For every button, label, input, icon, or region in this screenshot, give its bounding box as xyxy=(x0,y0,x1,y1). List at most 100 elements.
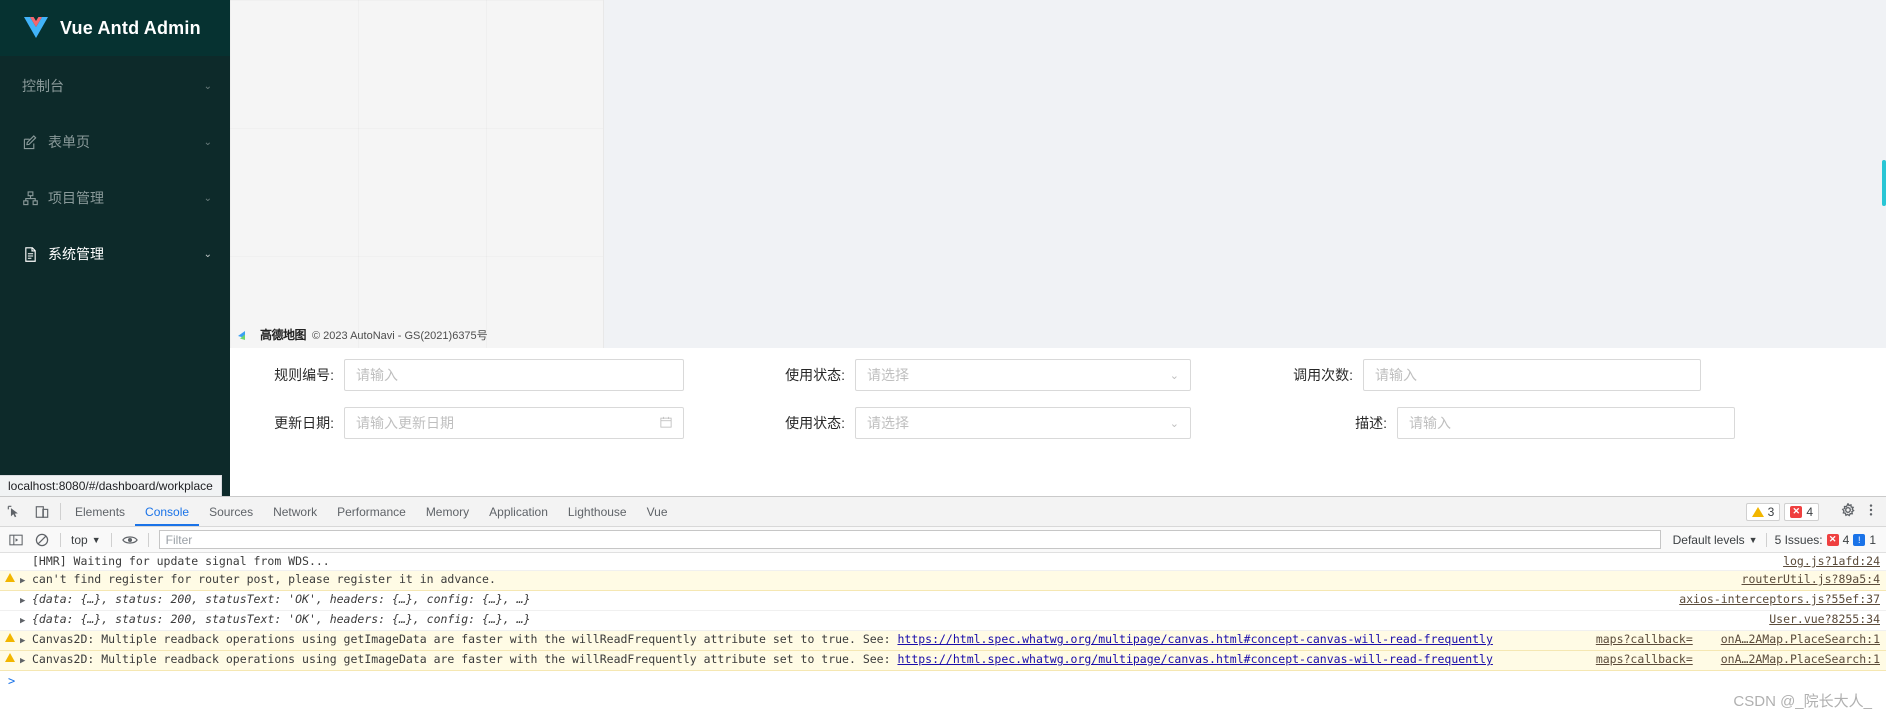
map-tiles xyxy=(230,0,603,348)
error-count-badge[interactable]: ✕ 4 xyxy=(1784,502,1819,521)
tab-label: Performance xyxy=(337,504,406,519)
console-row[interactable]: ▶ Canvas2D: Multiple readback operations… xyxy=(0,631,1886,651)
application-area: Vue Antd Admin 控制台 ⌄ 表单页 ⌄ 项目管理 ⌄ 系统管理 ⌄… xyxy=(0,0,1886,496)
row-gutter xyxy=(0,632,20,642)
row-gutter xyxy=(0,554,20,555)
sidebar-menu: 控制台 ⌄ 表单页 ⌄ 项目管理 ⌄ 系统管理 ⌄ xyxy=(0,56,230,272)
console-source-link[interactable]: routerUtil.js?89a5:4 xyxy=(1742,572,1886,587)
console-row[interactable]: ▶ can't find register for router post, p… xyxy=(0,571,1886,591)
issues-summary[interactable]: 5 Issues: ✕ 4 ! 1 xyxy=(1765,532,1882,547)
sidebar-item-project-management[interactable]: 项目管理 ⌄ xyxy=(0,180,230,216)
console-filter-bar: top ▼ Filter Default levels ▼ 5 Issues: … xyxy=(0,527,1886,553)
canvas-warning-text: Canvas2D: Multiple readback operations u… xyxy=(32,632,891,646)
console-filter-input[interactable]: Filter xyxy=(158,530,1661,549)
gear-icon[interactable] xyxy=(1836,502,1860,520)
sidebar-item-form-page[interactable]: 表单页 ⌄ xyxy=(0,124,230,160)
divider xyxy=(60,532,61,547)
console-source-link[interactable]: User.vue?8255:34 xyxy=(1769,612,1886,627)
field-call-count: 调用次数: 请输入 xyxy=(1273,359,1701,391)
console-sidebar-icon[interactable] xyxy=(4,529,28,551)
tab-lighthouse[interactable]: Lighthouse xyxy=(558,497,637,526)
console-source-link[interactable]: axios-interceptors.js?55ef:37 xyxy=(1679,592,1886,607)
tab-vue[interactable]: Vue xyxy=(637,497,678,526)
expand-arrow[interactable]: ▶ xyxy=(20,612,32,629)
tab-network[interactable]: Network xyxy=(263,497,327,526)
console-row[interactable]: [HMR] Waiting for update signal from WDS… xyxy=(0,553,1886,571)
warning-triangle-icon xyxy=(1751,506,1764,517)
console-row[interactable]: ▶ {data: {…}, status: 200, statusText: '… xyxy=(0,591,1886,611)
input-placeholder: 请输入 xyxy=(356,367,398,383)
source-part-b: onA…2AMap.PlaceSearch:1 xyxy=(1720,652,1880,666)
sidebar-item-label: 控制台 xyxy=(22,78,64,94)
log-levels-dropdown[interactable]: Default levels ▼ xyxy=(1667,533,1764,547)
expand-arrow[interactable]: ▶ xyxy=(20,592,32,609)
calendar-icon xyxy=(660,416,672,431)
chevron-down-icon: ⌄ xyxy=(203,80,212,92)
device-toolbar-icon[interactable] xyxy=(28,497,56,526)
tab-performance[interactable]: Performance xyxy=(327,497,416,526)
inspect-element-icon[interactable] xyxy=(0,497,28,526)
expand-arrow[interactable]: ▶ xyxy=(20,572,32,589)
form-row-1: 规则编号: 请输入 使用状态: 请选择 ⌄ 调用次数: 请输入 xyxy=(230,348,1886,396)
console-source-link[interactable]: maps?callback= onA…2AMap.PlaceSearch:1 xyxy=(1596,632,1886,647)
call-count-input[interactable]: 请输入 xyxy=(1363,359,1701,391)
expand-arrow[interactable]: ▶ xyxy=(20,632,32,649)
source-part-a: maps?callback= xyxy=(1595,652,1693,666)
tab-elements[interactable]: Elements xyxy=(65,497,135,526)
sidebar-item-console[interactable]: 控制台 ⌄ xyxy=(0,68,230,104)
divider xyxy=(110,532,112,547)
info-icon: ! xyxy=(1853,533,1866,546)
console-row[interactable]: ▶ Canvas2D: Multiple readback operations… xyxy=(0,651,1886,671)
tab-console[interactable]: Console xyxy=(135,497,199,526)
console-source-link[interactable]: maps?callback= onA…2AMap.PlaceSearch:1 xyxy=(1596,652,1886,667)
status-url-text: localhost:8080/#/dashboard/workplace xyxy=(8,479,213,493)
source-part-b: onA…2AMap.PlaceSearch:1 xyxy=(1720,632,1880,646)
devtools-panel: Elements Console Sources Network Perform… xyxy=(0,496,1886,717)
error-count: 4 xyxy=(1806,504,1813,519)
console-message-text: Canvas2D: Multiple readback operations u… xyxy=(32,632,1596,647)
row-gutter xyxy=(0,592,20,593)
usage-status-select[interactable]: 请选择 ⌄ xyxy=(855,359,1191,391)
expand-arrow[interactable]: ▶ xyxy=(20,652,32,669)
sidebar-item-label: 表单页 xyxy=(48,134,90,150)
console-message-list[interactable]: [HMR] Waiting for update signal from WDS… xyxy=(0,553,1886,717)
page-scrollbar-thumb[interactable] xyxy=(1882,160,1886,206)
sidebar-item-system-management[interactable]: 系统管理 ⌄ xyxy=(0,236,230,272)
spec-link[interactable]: https://html.spec.whatwg.org/multipage/c… xyxy=(897,652,1492,666)
update-date-input[interactable]: 请输入更新日期 xyxy=(344,407,684,439)
prompt-glyph: > xyxy=(8,674,16,688)
levels-label: Default levels xyxy=(1672,532,1745,547)
source-part-a: maps?callback= xyxy=(1595,632,1693,646)
tab-memory[interactable]: Memory xyxy=(416,497,479,526)
clear-console-icon[interactable] xyxy=(30,529,54,551)
field-label: 更新日期: xyxy=(274,415,334,431)
amap-brand-label: 高德地图 xyxy=(260,328,307,342)
rule-number-input[interactable]: 请输入 xyxy=(344,359,684,391)
console-row[interactable]: ▶ {data: {…}, status: 200, statusText: '… xyxy=(0,611,1886,631)
kebab-menu-icon[interactable] xyxy=(1864,503,1878,520)
chevron-down-icon: ⌄ xyxy=(203,248,212,260)
sidebar-logo[interactable]: Vue Antd Admin xyxy=(0,0,230,56)
execution-context-selector[interactable]: top ▼ xyxy=(67,533,105,547)
console-input-prompt[interactable]: > xyxy=(0,671,1886,691)
input-placeholder: 请输入 xyxy=(1375,367,1417,383)
field-usage-status-2: 使用状态: 请选择 ⌄ xyxy=(765,407,1191,439)
expand-arrow[interactable] xyxy=(20,554,32,556)
field-label: 调用次数: xyxy=(1293,367,1353,383)
field-label: 描述: xyxy=(1355,415,1387,431)
usage-status-select-2[interactable]: 请选择 ⌄ xyxy=(855,407,1191,439)
spec-link[interactable]: https://html.spec.whatwg.org/multipage/c… xyxy=(897,632,1492,646)
map-container[interactable]: 高德地图 © 2023 AutoNavi - GS(2021)6375号 xyxy=(230,0,604,348)
tab-sources[interactable]: Sources xyxy=(199,497,263,526)
live-expression-eye-icon[interactable] xyxy=(118,529,142,551)
map-attribution: 高德地图 © 2023 AutoNavi - GS(2021)6375号 xyxy=(238,326,488,343)
console-source-link[interactable]: log.js?1afd:24 xyxy=(1783,554,1886,569)
tab-application[interactable]: Application xyxy=(479,497,558,526)
chevron-down-icon: ⌄ xyxy=(203,136,212,148)
divider xyxy=(60,503,61,520)
console-message-text: can't find register for router post, ple… xyxy=(32,572,496,586)
warning-count-badge[interactable]: 3 xyxy=(1745,502,1781,521)
devtools-tabbar: Elements Console Sources Network Perform… xyxy=(0,497,1886,527)
description-input[interactable]: 请输入 xyxy=(1397,407,1735,439)
app-title: Vue Antd Admin xyxy=(60,17,201,38)
